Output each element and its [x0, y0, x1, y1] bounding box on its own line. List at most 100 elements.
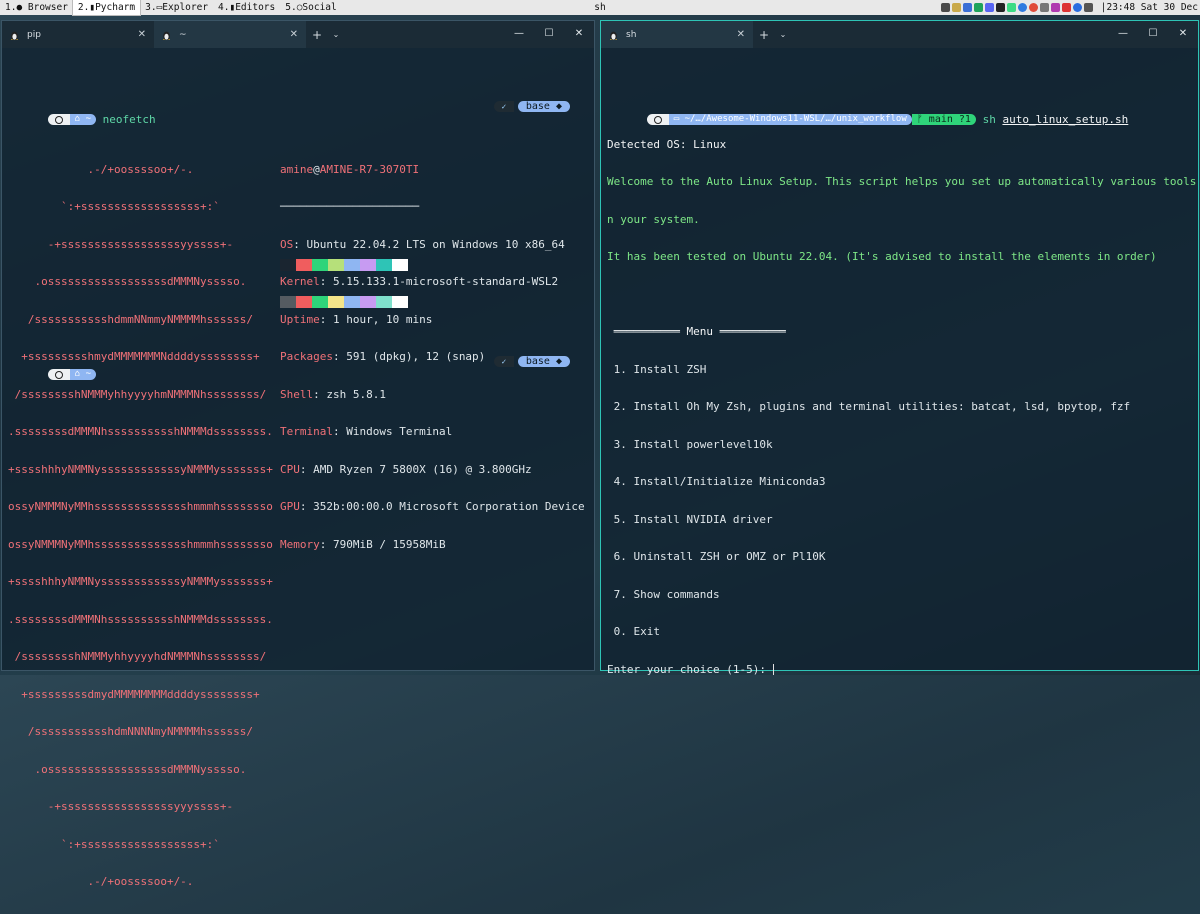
- status-check-icon: ✓: [493, 101, 514, 112]
- tab-bar: sh ✕ + ⌄ — ☐ ✕: [601, 21, 1198, 48]
- linux-icon: [610, 31, 617, 40]
- menu-item: 7. Show commands: [607, 587, 720, 601]
- logo-line: `:+ssssssssssssssssss+:`: [8, 837, 220, 851]
- status-check-icon: ✓: [493, 356, 514, 367]
- maximize-button[interactable]: ☐: [1138, 21, 1168, 48]
- workspace-editors[interactable]: 4.▮Editors: [213, 0, 280, 15]
- tray-app-icon[interactable]: [1006, 3, 1016, 12]
- logo-line: /ssssssssssshdmNNNNmyNMMMMhssssss/: [8, 725, 254, 738]
- messenger-icon[interactable]: [1072, 3, 1082, 12]
- color-swatch: [312, 296, 328, 308]
- prompt-line: ⌂ ~ neofetch ✓ base ◆: [8, 101, 590, 125]
- logo-line: .ssssssssdMMMNhsssssssssshNMMMdssssssss.: [8, 612, 273, 626]
- workspace-social[interactable]: 5.○Social: [280, 0, 341, 15]
- color-swatch: [360, 259, 376, 271]
- logo-line: +sssssssssdmydMMMMMMMMddddyssssssss+: [8, 687, 260, 701]
- workspace-pycharm[interactable]: 2.▮Pycharm: [71, 0, 142, 16]
- tray-app-icon[interactable]: [951, 3, 961, 12]
- color-swatch: [280, 259, 296, 271]
- tray-app-icon[interactable]: [940, 3, 950, 12]
- tab-home[interactable]: ~ ✕: [154, 21, 306, 48]
- tab-sh[interactable]: sh ✕: [601, 21, 753, 48]
- logo-line: ossyNMMMNyMMhsssssssssssssshmmmhssssssso: [8, 537, 273, 551]
- color-swatch: [296, 259, 312, 271]
- terminal-output[interactable]: ▭ ~/…/Awesome-Windows11-WSL/…/unix_workf…: [607, 48, 1196, 676]
- palette-row: [280, 296, 408, 308]
- info-row-terminal: Terminal: Windows Terminal: [280, 425, 453, 438]
- tray-app-icon[interactable]: [1061, 3, 1071, 12]
- menu-header: ══════════ Menu ══════════: [607, 325, 786, 338]
- menu-item: 1. Install ZSH: [607, 362, 707, 376]
- linux-icon: [11, 31, 18, 40]
- right-prompt: ✓ base ◆: [493, 101, 570, 112]
- workspace-browser[interactable]: 1.● Browser: [0, 0, 73, 15]
- logo-line: .-/+oossssoo+/-.: [8, 162, 194, 176]
- color-swatch: [360, 296, 376, 308]
- tray-app-icon[interactable]: [973, 3, 983, 12]
- discord-icon[interactable]: [984, 3, 994, 12]
- color-swatch: [344, 259, 360, 271]
- top-status-bar: 1.● Browser 2.▮Pycharm 3.▭Explorer 4.▮Ed…: [0, 0, 1200, 16]
- github-icon[interactable]: [995, 3, 1005, 12]
- maximize-button[interactable]: ☐: [534, 21, 564, 48]
- command-text: sh: [982, 112, 1003, 126]
- close-tab-icon[interactable]: ✕: [138, 29, 146, 40]
- close-button[interactable]: ✕: [1168, 21, 1198, 48]
- tab-label: pip: [27, 29, 41, 40]
- terminal-output[interactable]: ⌂ ~ neofetch ✓ base ◆ .-/+oossssoo+/-. `:…: [8, 48, 590, 888]
- menu-item: 6. Uninstall ZSH or OMZ or Pl10K: [607, 550, 826, 563]
- window-controls: — ☐ ✕: [1108, 21, 1198, 48]
- close-tab-icon[interactable]: ✕: [290, 29, 298, 40]
- tray-app-icon[interactable]: [1083, 3, 1093, 12]
- output-line: It has been tested on Ubuntu 22.04. (It'…: [607, 250, 1157, 263]
- logo-line: /sssssssshNMMMyhhyyyyhdNMMMNhssssssss/: [8, 650, 267, 663]
- tray-app-icon[interactable]: [1017, 3, 1027, 12]
- input-line[interactable]: Enter your choice (1-5):: [607, 662, 1194, 677]
- prompt-line: ⌂ ~ ✓ base ◆: [8, 356, 590, 380]
- info-separator: ─────────────────────: [280, 200, 420, 213]
- prompt-directory: ⌂ ~: [69, 114, 97, 125]
- tab-pip[interactable]: pip ✕: [2, 21, 154, 48]
- terminal-window-right[interactable]: sh ✕ + ⌄ — ☐ ✕ ▭ ~/…/Awesome-Windows11-W…: [600, 20, 1199, 676]
- menu-item: 4. Install/Initialize Miniconda3: [607, 475, 826, 488]
- menu-item: 2. Install Oh My Zsh, plugins and termin…: [607, 400, 1131, 413]
- prompt-line: ▭ ~/…/Awesome-Windows11-WSL/…/unix_workf…: [607, 101, 1194, 125]
- terminal-window-left[interactable]: pip ✕ ~ ✕ + ⌄ — ☐ ✕ ⌂ ~ neofetch ✓ base ◆…: [1, 20, 595, 888]
- tab-dropdown-icon[interactable]: ⌄: [328, 21, 344, 48]
- conda-env-badge: base ◆: [517, 356, 570, 367]
- conda-env-badge: base ◆: [517, 101, 570, 112]
- color-palette: [280, 234, 408, 333]
- tray-app-icon[interactable]: [1050, 3, 1060, 12]
- color-swatch: [376, 296, 392, 308]
- minimize-button[interactable]: —: [1108, 21, 1138, 48]
- choice-prompt: Enter your choice (1-5):: [607, 662, 773, 676]
- color-swatch: [328, 259, 344, 271]
- command-text: neofetch: [102, 112, 156, 126]
- right-prompt: ✓ base ◆: [493, 356, 570, 367]
- git-status-badge: ᚠ main ?1: [911, 114, 976, 125]
- tab-label: ~: [179, 29, 187, 40]
- chrome-icon[interactable]: [1028, 3, 1038, 12]
- tab-dropdown-icon[interactable]: ⌄: [775, 21, 791, 48]
- tray-app-icon[interactable]: [962, 3, 972, 12]
- minimize-button[interactable]: —: [504, 21, 534, 48]
- workspace-explorer[interactable]: 3.▭Explorer: [140, 0, 213, 15]
- prompt-directory: ⌂ ~: [69, 369, 97, 380]
- color-swatch: [296, 296, 312, 308]
- user-host: amine@AMINE-R7-3070TI: [280, 162, 420, 176]
- palette-row: [280, 259, 408, 271]
- ubuntu-icon: [47, 114, 70, 125]
- close-button[interactable]: ✕: [564, 21, 594, 48]
- color-swatch: [328, 296, 344, 308]
- prompt-directory: ▭ ~/…/Awesome-Windows11-WSL/…/unix_workf…: [668, 114, 912, 125]
- logo-line: .ossssssssssssssssssdMMMNysssso.: [8, 762, 247, 776]
- new-tab-button[interactable]: +: [753, 21, 775, 48]
- ubuntu-icon: [47, 369, 70, 380]
- tab-label: sh: [626, 29, 637, 40]
- new-tab-button[interactable]: +: [306, 21, 328, 48]
- network-icon[interactable]: [1039, 3, 1049, 12]
- close-tab-icon[interactable]: ✕: [737, 29, 745, 40]
- info-row-gpu: GPU: 352b:00:00.0 Microsoft Corporation …: [280, 500, 585, 513]
- logo-line: `:+ssssssssssssssssss+:`: [8, 200, 220, 213]
